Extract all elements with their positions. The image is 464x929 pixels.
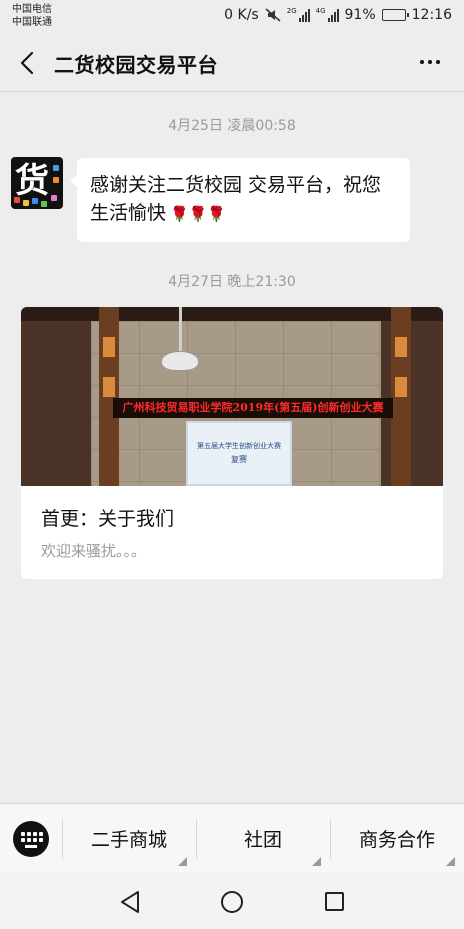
image-screen-line-2: 复赛 bbox=[231, 455, 247, 464]
carrier-2: 中国联通 bbox=[12, 17, 52, 28]
signal-icon-2: 4G bbox=[316, 8, 339, 22]
carrier-1: 中国电信 bbox=[12, 4, 52, 15]
article-card[interactable]: 广州科技贸易职业学院2019年(第五届)创新创业大赛 第五届大学生创新创业大赛 … bbox=[21, 307, 443, 579]
battery-icon bbox=[381, 9, 409, 21]
menu-item-label: 二手商城 bbox=[90, 829, 167, 851]
back-arrow-icon[interactable] bbox=[14, 48, 44, 78]
battery-percent: 91% bbox=[344, 7, 376, 23]
status-bar: 中国电信 中国联通 0 K/s 2G 4G 91% 12:16 bbox=[0, 0, 464, 34]
message-text: 感谢关注二货校园 交易平台，祝您生活愉快 bbox=[90, 174, 382, 224]
rose-icon: 🌹🌹🌹 bbox=[170, 205, 227, 223]
nav-home-icon[interactable] bbox=[221, 891, 243, 913]
submenu-indicator-icon bbox=[178, 857, 187, 866]
submenu-indicator-icon bbox=[446, 857, 455, 866]
status-indicators: 0 K/s 2G 4G 91% 12:16 bbox=[224, 7, 452, 23]
menu-item-secondhand-mall[interactable]: 二手商城 bbox=[62, 825, 196, 855]
article-title: 首更：关于我们 bbox=[41, 508, 175, 530]
article-subtitle: 欢迎来骚扰。。。 bbox=[41, 542, 147, 560]
clock: 12:16 bbox=[411, 7, 452, 23]
network-type-2: 4G bbox=[315, 7, 326, 15]
keyboard-icon[interactable] bbox=[13, 821, 49, 857]
article-cover-image: 广州科技贸易职业学院2019年(第五届)创新创业大赛 第五届大学生创新创业大赛 … bbox=[21, 307, 443, 486]
image-screen-line-1: 第五届大学生创新创业大赛 bbox=[197, 442, 281, 450]
avatar-glyph: 货 bbox=[15, 161, 49, 201]
submenu-indicator-icon bbox=[312, 857, 321, 866]
page-title: 二货校园交易平台 bbox=[54, 53, 218, 77]
message-bubble[interactable]: 感谢关注二货校园 交易平台，祝您生活愉快 🌹🌹🌹 bbox=[70, 158, 410, 242]
image-screen: 第五届大学生创新创业大赛 复赛 bbox=[186, 421, 292, 486]
timestamp: 4月25日 凌晨00:58 bbox=[168, 118, 296, 134]
mute-icon bbox=[265, 8, 281, 22]
more-options-icon[interactable] bbox=[412, 47, 448, 77]
chat-header: 二货校园交易平台 bbox=[0, 34, 464, 92]
menu-item-label: 商务合作 bbox=[358, 829, 435, 851]
signal-icon-1: 2G bbox=[287, 8, 310, 22]
menu-item-business[interactable]: 商务合作 bbox=[330, 825, 464, 855]
avatar[interactable]: 货 bbox=[11, 157, 63, 209]
carrier-labels: 中国电信 中国联通 bbox=[12, 3, 52, 29]
menu-item-clubs[interactable]: 社团 bbox=[196, 825, 330, 855]
image-banner-text: 广州科技贸易职业学院2019年(第五届)创新创业大赛 bbox=[113, 398, 393, 418]
nav-recent-apps-icon[interactable] bbox=[325, 892, 344, 911]
system-nav-bar bbox=[0, 873, 464, 929]
network-type-1: 2G bbox=[286, 7, 297, 15]
network-speed: 0 K/s bbox=[224, 7, 259, 23]
nav-back-icon[interactable] bbox=[119, 890, 141, 914]
timestamp: 4月27日 晚上21:30 bbox=[168, 274, 296, 290]
menu-item-label: 社团 bbox=[243, 829, 282, 851]
bottom-menu: 二手商城 社团 商务合作 bbox=[0, 803, 464, 873]
projector-icon bbox=[161, 351, 199, 371]
